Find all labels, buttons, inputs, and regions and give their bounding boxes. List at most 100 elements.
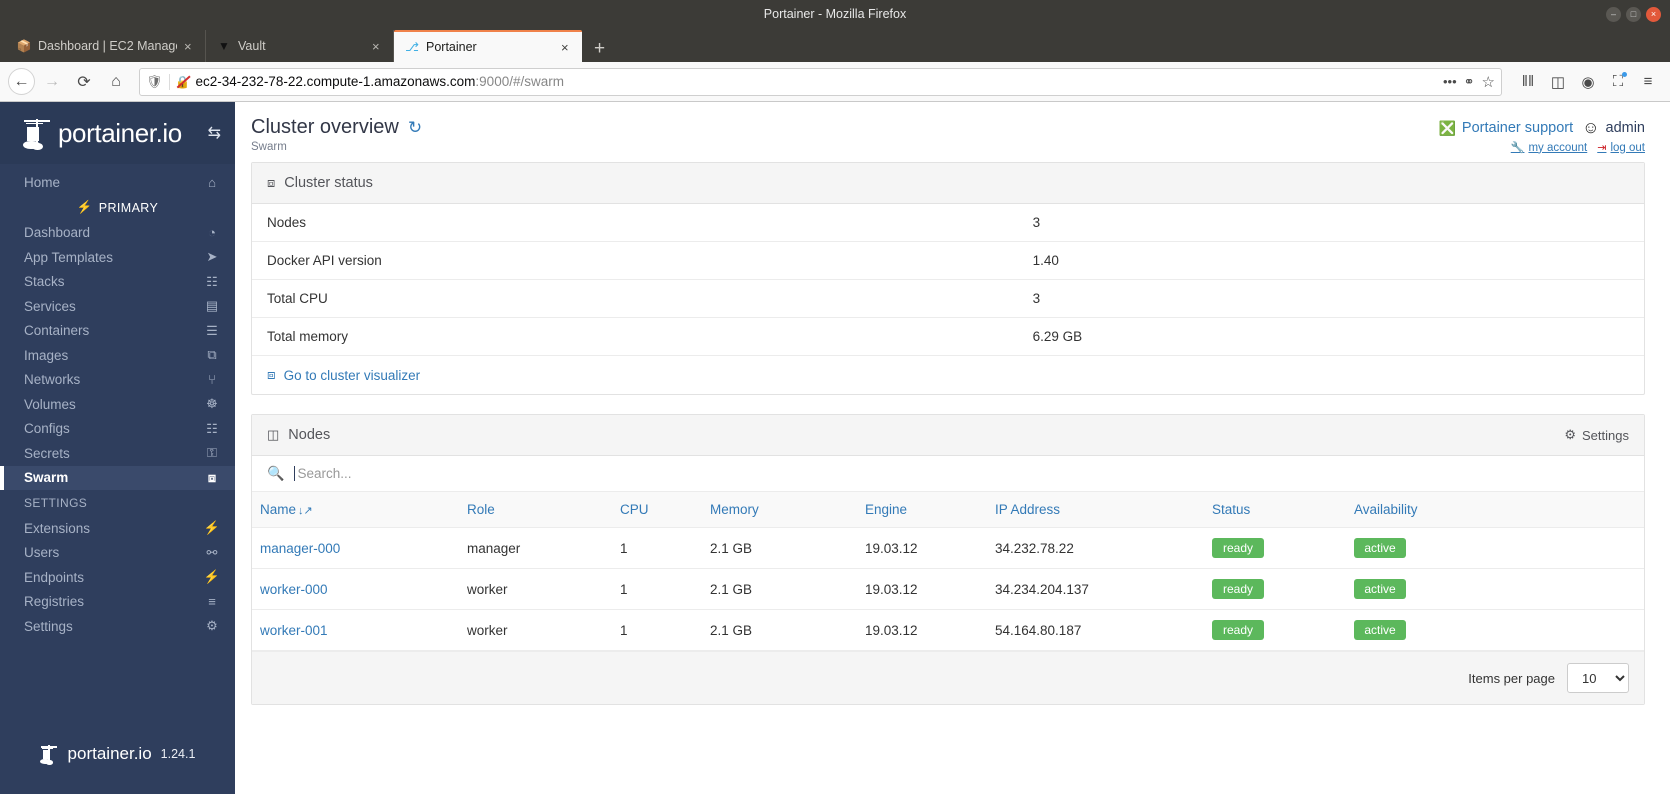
sidebar-item-configs[interactable]: Configs ☷: [0, 417, 235, 442]
dashboard-icon: ◔: [208, 225, 216, 241]
sidebar-logo[interactable]: portainer.io ⇆: [0, 102, 235, 164]
column-header-memory[interactable]: Memory: [710, 492, 865, 528]
sidebar-item-settings[interactable]: Settings ⚙: [0, 614, 235, 639]
cluster-status-panel-header: ⧈ Cluster status: [252, 163, 1644, 204]
sidebar-item-extensions[interactable]: Extensions ⚡: [0, 516, 235, 541]
tab-close-icon[interactable]: ×: [561, 40, 573, 55]
sidebar-item-home[interactable]: Home ⌂: [0, 170, 235, 195]
sidebar-item-swarm[interactable]: Swarm ⧈: [0, 465, 235, 490]
sidebar-item-dashboard[interactable]: Dashboard ◔: [0, 221, 235, 246]
home-button-icon[interactable]: ⌂: [101, 67, 131, 97]
extensions-icon[interactable]: ⛶: [1604, 68, 1632, 96]
column-header-role[interactable]: Role: [467, 492, 620, 528]
user-name: admin: [1605, 120, 1646, 136]
sidebar-icon[interactable]: ◫: [1544, 68, 1572, 96]
sidebar-item-endpoints[interactable]: Endpoints ⚡: [0, 565, 235, 590]
node-ip-address: 34.234.204.137: [995, 568, 1212, 610]
logout-icon: ⇥: [1597, 142, 1607, 154]
items-per-page-label: Items per page: [1468, 670, 1555, 686]
page-title-text: Cluster overview: [251, 116, 399, 138]
menu-icon[interactable]: ≡: [1634, 68, 1662, 96]
node-memory: 2.1 GB: [710, 527, 865, 569]
browser-tab-portainer[interactable]: ⎇ Portainer ×: [394, 30, 582, 62]
cluster-status-title: ⧈ Cluster status: [267, 175, 373, 191]
table-row[interactable]: manager-000 manager 1 2.1 GB 19.03.12 34…: [252, 527, 1644, 569]
reload-button-icon[interactable]: ⟳: [69, 67, 99, 97]
table-row[interactable]: worker-001 worker 1 2.1 GB 19.03.12 54.1…: [252, 609, 1644, 651]
sidebar-item-users[interactable]: Users ⚯: [0, 541, 235, 566]
column-header-engine[interactable]: Engine: [865, 492, 995, 528]
table-row: Total CPU 3: [252, 279, 1644, 318]
node-name-link[interactable]: manager-000: [260, 541, 340, 556]
sidebar-item-app-templates[interactable]: App Templates ➤: [0, 245, 235, 270]
sidebar-item-volumes[interactable]: Volumes ☸: [0, 392, 235, 417]
column-header-availability[interactable]: Availability: [1354, 492, 1644, 528]
bookmark-star-icon[interactable]: ☆: [1482, 73, 1495, 91]
items-per-page-select[interactable]: 10 25 50 100: [1567, 663, 1629, 693]
page-header-right: ❎ Portainer support ☺ admin 🔧 my account: [1438, 116, 1645, 154]
column-header-cpu[interactable]: CPU: [620, 492, 710, 528]
nodes-title: ◫ Nodes: [267, 427, 330, 443]
sidebar-item-label: Stacks: [24, 274, 65, 290]
bolt-icon: ⚡: [203, 520, 221, 536]
window-close-button[interactable]: ×: [1646, 6, 1661, 22]
node-name-link[interactable]: worker-000: [260, 582, 328, 597]
window-minimize-button[interactable]: –: [1606, 6, 1621, 22]
pocket-icon[interactable]: ⚭: [1464, 74, 1475, 90]
column-header-name[interactable]: Name ↓↗: [252, 492, 467, 528]
sidebar-item-services[interactable]: Services ▤: [0, 294, 235, 319]
nodes-title-text: Nodes: [288, 427, 331, 443]
crossed-lock-icon[interactable]: 🔒: [175, 75, 190, 89]
search-input[interactable]: [294, 466, 1629, 481]
sidebar-item-networks[interactable]: Networks ⑂: [0, 368, 235, 393]
account-icon[interactable]: ◉: [1574, 68, 1602, 96]
sidebar-item-containers[interactable]: Containers ☰: [0, 319, 235, 344]
node-engine: 19.03.12: [865, 527, 995, 569]
table-row: Total memory 6.29 GB: [252, 317, 1644, 356]
library-icon[interactable]: ‖‖: [1514, 68, 1542, 96]
browser-tab-vault[interactable]: ▼ Vault ×: [206, 30, 394, 62]
sidebar-item-stacks[interactable]: Stacks ☷: [0, 270, 235, 295]
server-icon: ◫: [267, 427, 280, 442]
browser-tab-dashboard-ec2[interactable]: 📦 Dashboard | EC2 Manage ×: [6, 30, 206, 62]
page-subtitle: Swarm: [251, 141, 287, 153]
collapse-sidebar-icon[interactable]: ⇆: [208, 123, 221, 143]
sidebar-footer-version: 1.24.1: [160, 747, 196, 761]
cluster-status-label: Total CPU: [252, 279, 1018, 318]
back-button-icon[interactable]: ←: [8, 68, 35, 95]
node-name-link[interactable]: worker-001: [260, 623, 328, 638]
tab-close-icon[interactable]: ×: [372, 39, 384, 54]
node-role: worker: [467, 568, 620, 610]
user-circle-icon: ☺: [1582, 118, 1600, 137]
wrench-icon: 🔧: [1510, 142, 1525, 154]
forward-button-icon[interactable]: →: [37, 67, 67, 97]
new-tab-button[interactable]: +: [582, 39, 617, 62]
nodes-table: Name ↓↗ Role CPU Memory Engine IP Address…: [252, 492, 1644, 651]
node-cpu: 1: [620, 527, 710, 569]
window-maximize-button[interactable]: □: [1626, 6, 1641, 22]
url-bar[interactable]: 🛡 🔒 ec2-34-232-78-22.compute-1.amazonaws…: [139, 67, 1502, 96]
go-to-cluster-visualizer-link[interactable]: ⧈ Go to cluster visualizer: [267, 367, 420, 383]
plug-icon: ⚡: [76, 200, 93, 214]
url-path: :9000/#/swarm: [475, 74, 564, 89]
browser-navbar: ← → ⟳ ⌂ 🛡 🔒 ec2-34-232-78-22.compute-1.a…: [0, 62, 1670, 102]
database-icon: ≡: [208, 594, 216, 610]
sidebar-item-images[interactable]: Images ⧉: [0, 343, 235, 368]
cluster-visualizer-row: ⧈ Go to cluster visualizer: [252, 355, 1644, 394]
my-account-link[interactable]: 🔧 my account: [1510, 141, 1588, 155]
column-header-ip-address[interactable]: IP Address: [995, 492, 1212, 528]
tab-close-icon[interactable]: ×: [184, 39, 196, 54]
sidebar-footer: portainer.io 1.24.1: [0, 714, 235, 794]
shield-icon[interactable]: 🛡: [146, 74, 163, 90]
table-row[interactable]: worker-000 worker 1 2.1 GB 19.03.12 34.2…: [252, 568, 1644, 610]
sidebar-item-label: Configs: [24, 421, 70, 437]
refresh-icon[interactable]: ↻: [408, 118, 422, 138]
sidebar-item-registries[interactable]: Registries ≡: [0, 590, 235, 615]
sidebar-item-label: App Templates: [24, 249, 114, 265]
portainer-support-link[interactable]: ❎ Portainer support: [1438, 120, 1573, 137]
column-header-status[interactable]: Status: [1212, 492, 1354, 528]
page-actions-icon[interactable]: •••: [1443, 74, 1457, 89]
sidebar-item-secrets[interactable]: Secrets ⚿: [0, 441, 235, 466]
log-out-link[interactable]: ⇥ log out: [1597, 141, 1645, 155]
nodes-settings-button[interactable]: ⚙ Settings: [1564, 427, 1629, 443]
